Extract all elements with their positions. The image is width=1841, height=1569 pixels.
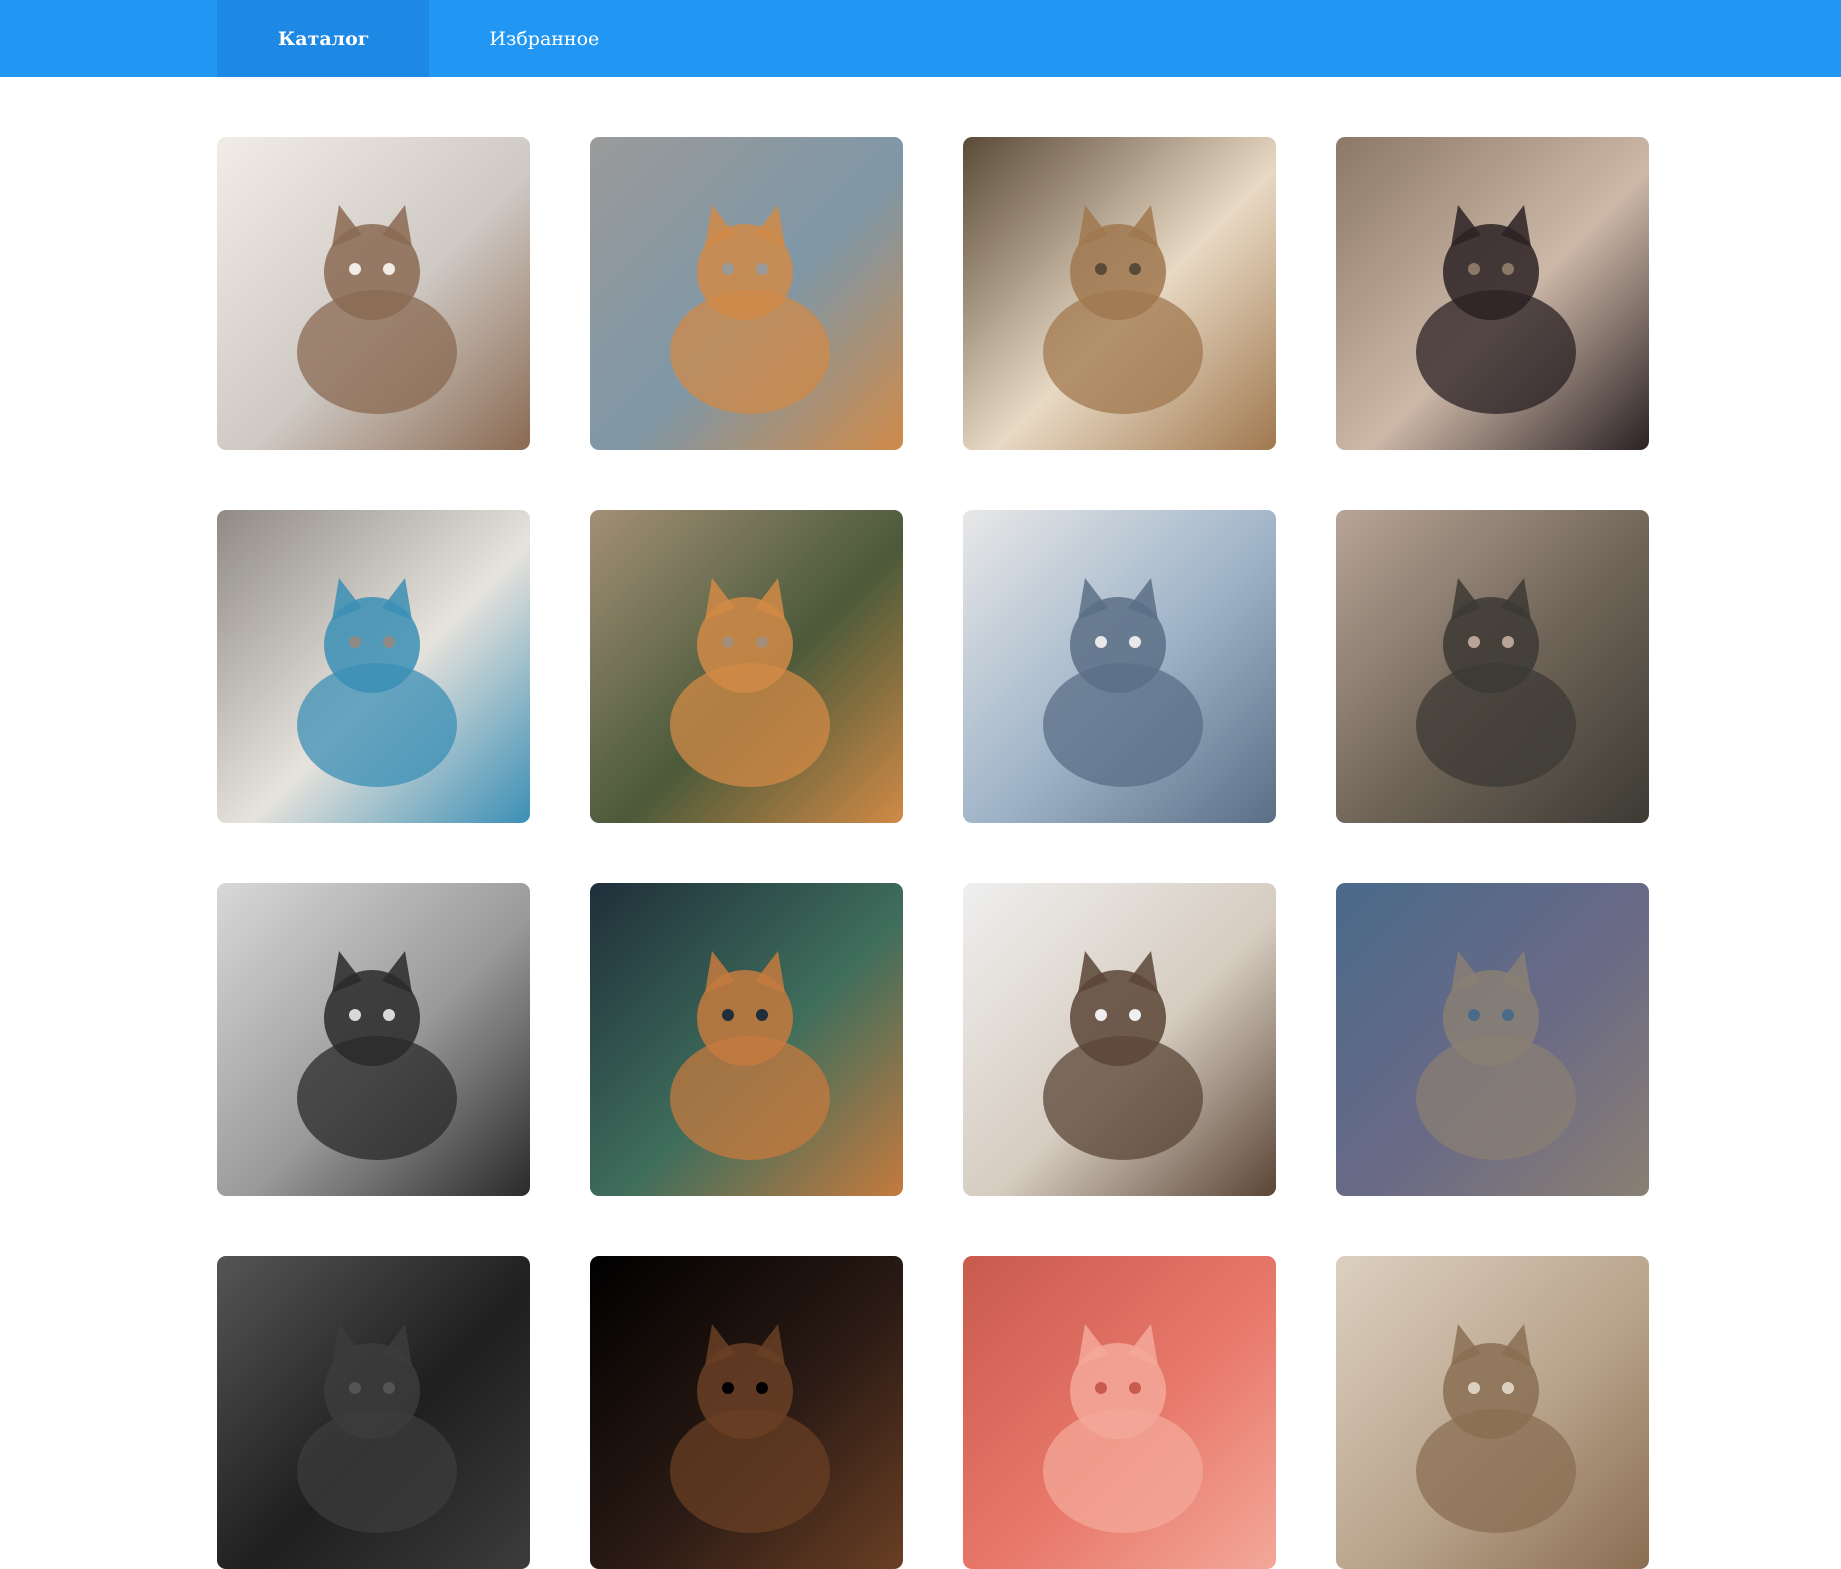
- cat-photo-card[interactable]: [1336, 883, 1649, 1196]
- tab-catalog[interactable]: Каталог: [217, 0, 430, 77]
- cat-photo-card[interactable]: [963, 1256, 1276, 1569]
- cat-in-party-hat-image: [217, 510, 530, 823]
- cat-photo-card[interactable]: [963, 137, 1276, 450]
- dark-photo-1-image: [217, 1256, 530, 1569]
- cat-photo-card[interactable]: [1336, 1256, 1649, 1569]
- cat-lying-in-basket-image: [963, 883, 1276, 1196]
- cat-photo-card[interactable]: [217, 1256, 530, 1569]
- cat-photo-card[interactable]: [963, 510, 1276, 823]
- cat-photo-card[interactable]: [590, 137, 903, 450]
- cat-photo-card[interactable]: [217, 137, 530, 450]
- cat-photo-card[interactable]: [217, 510, 530, 823]
- cat-among-pigeons-image: [217, 883, 530, 1196]
- kittens-pile-image: [590, 137, 903, 450]
- cat-photo-card[interactable]: [590, 883, 903, 1196]
- cat-photo-card[interactable]: [963, 883, 1276, 1196]
- main-nav: Каталог Избранное: [217, 0, 659, 77]
- cat-photo-grid: [217, 137, 1649, 1569]
- tab-favorites[interactable]: Избранное: [429, 0, 659, 77]
- cat-photo-card[interactable]: [590, 1256, 903, 1569]
- cat-photo-card[interactable]: [1336, 510, 1649, 823]
- cat-photo-card[interactable]: [217, 883, 530, 1196]
- cat-and-lion-statue-image: [963, 510, 1276, 823]
- kitten-in-hoodie-pocket-image: [1336, 883, 1649, 1196]
- cat-in-white-bag-image: [217, 137, 530, 450]
- cat-photo-card[interactable]: [590, 510, 903, 823]
- cat-photo-card[interactable]: [1336, 137, 1649, 450]
- tab-catalog-label: Каталог: [278, 27, 370, 50]
- cat-in-bathroom-sink-image: [1336, 137, 1649, 450]
- singing-cat-disco-ball-image: [590, 883, 903, 1196]
- top-navigation-bar: Каталог Избранное: [0, 0, 1841, 77]
- cat-with-fish-basket-image: [590, 510, 903, 823]
- cat-hugging-plush-toy-image: [963, 137, 1276, 450]
- tabby-cat-closeup-image: [1336, 510, 1649, 823]
- tab-favorites-label: Избранное: [489, 27, 600, 50]
- dark-photo-2-image: [590, 1256, 903, 1569]
- pink-photo-image: [963, 1256, 1276, 1569]
- floral-photo-image: [1336, 1256, 1649, 1569]
